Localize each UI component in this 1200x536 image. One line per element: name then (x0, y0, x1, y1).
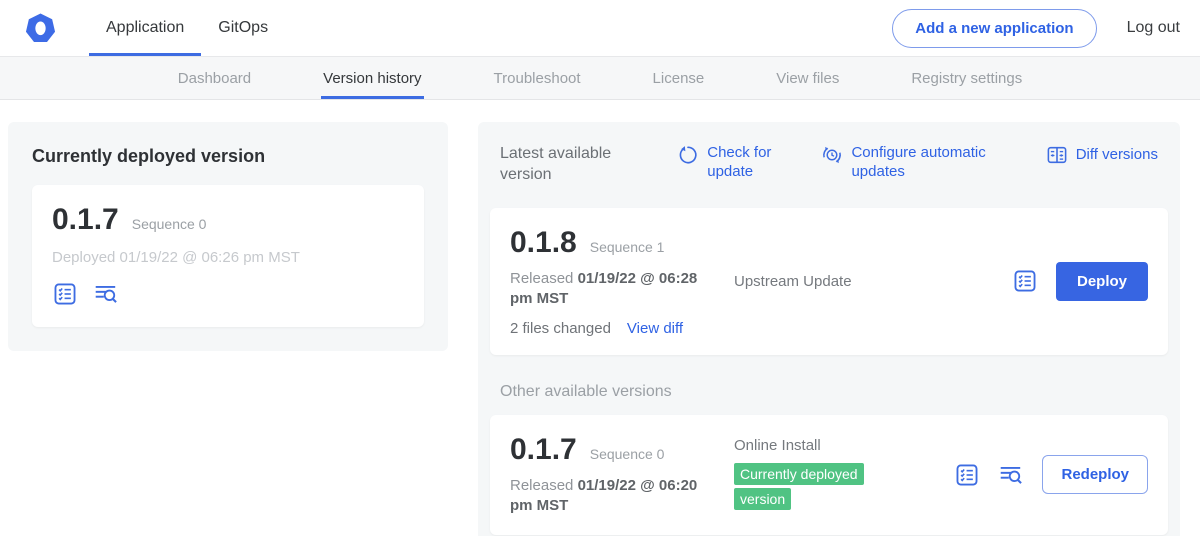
subnav-item-license[interactable]: License (651, 57, 707, 99)
configure-updates-clock-icon (821, 144, 843, 166)
other-version-row: 0.1.7 Sequence 0 (510, 433, 728, 467)
latest-version-actions: Deploy (1012, 262, 1148, 301)
other-version-source: Online Install (734, 437, 954, 454)
released-label: Released (510, 477, 573, 494)
deployed-sequence-label: Sequence 0 (132, 216, 207, 232)
latest-available-title: Latest available version (500, 144, 635, 186)
check-for-update-label: Check for update (707, 144, 779, 182)
other-version-source-block: Online Install Currently deployed versio… (728, 437, 954, 513)
currently-deployed-title: Currently deployed version (32, 146, 424, 167)
deployed-version-card: 0.1.7 Sequence 0 Deployed 01/19/22 @ 06:… (32, 185, 424, 327)
other-released-line: Released 01/19/22 @ 06:20 pm MST (510, 476, 715, 517)
latest-version-info: 0.1.8 Sequence 1 Released 01/19/22 @ 06:… (510, 226, 728, 338)
preflight-checks-icon[interactable] (1012, 268, 1038, 294)
diff-versions-link[interactable]: Diff versions (1046, 144, 1158, 166)
add-new-application-button[interactable]: Add a new application (892, 9, 1096, 48)
deployed-timestamp: Deployed 01/19/22 @ 06:26 pm MST (52, 249, 404, 266)
other-sequence-label: Sequence 0 (590, 446, 665, 462)
kots-logo-icon (24, 12, 57, 45)
subnav-registry-settings-label: Registry settings (911, 70, 1022, 87)
available-versions-header: Latest available version Check for updat… (490, 142, 1168, 186)
files-changed-label: 2 files changed (510, 320, 611, 337)
currently-deployed-panel: Currently deployed version 0.1.7 Sequenc… (8, 122, 448, 351)
preflight-checks-icon[interactable] (954, 462, 980, 488)
deploy-logs-icon[interactable] (998, 462, 1024, 488)
topnav-tabs: Application GitOps (89, 0, 285, 56)
preflight-checks-icon[interactable] (52, 281, 78, 307)
topnav-right: Add a new application Log out (892, 0, 1180, 56)
latest-version-card: 0.1.8 Sequence 1 Released 01/19/22 @ 06:… (490, 208, 1168, 356)
deployed-version-number: 0.1.7 (52, 203, 119, 237)
deploy-button[interactable]: Deploy (1056, 262, 1148, 301)
released-label: Released (510, 270, 573, 287)
topnav-spacer (285, 0, 892, 56)
subnav-item-registry-settings[interactable]: Registry settings (909, 57, 1024, 99)
configure-automatic-updates-link[interactable]: Configure automatic updates (821, 144, 1003, 182)
latest-version-source: Upstream Update (728, 273, 1012, 290)
subnav-dashboard-label: Dashboard (178, 70, 251, 87)
app-sub-nav: Dashboard Version history Troubleshoot L… (0, 57, 1200, 100)
deployed-version-row: 0.1.7 Sequence 0 (52, 203, 404, 237)
check-for-update-link[interactable]: Check for update (677, 144, 779, 182)
diff-versions-label: Diff versions (1076, 146, 1158, 165)
subnav-license-label: License (653, 70, 705, 87)
other-version-number: 0.1.7 (510, 433, 577, 467)
tab-gitops-label: GitOps (218, 19, 268, 37)
tab-application[interactable]: Application (89, 0, 201, 56)
deploy-logs-icon[interactable] (93, 281, 119, 307)
tab-gitops[interactable]: GitOps (201, 0, 285, 56)
other-version-card: 0.1.7 Sequence 0 Released 01/19/22 @ 06:… (490, 415, 1168, 535)
subnav-troubleshoot-label: Troubleshoot (494, 70, 581, 87)
redeploy-button[interactable]: Redeploy (1042, 455, 1148, 494)
view-diff-link[interactable]: View diff (627, 320, 683, 337)
app-logo[interactable] (16, 0, 89, 56)
subnav-version-history-label: Version history (323, 70, 421, 87)
top-nav: Application GitOps Add a new application… (0, 0, 1200, 57)
currently-deployed-badge: Currently deployed version (734, 463, 864, 510)
check-update-icon (677, 144, 699, 166)
subnav-item-version-history[interactable]: Version history (321, 57, 423, 99)
subnav-view-files-label: View files (776, 70, 839, 87)
deployed-actions-row (52, 281, 404, 307)
subnav-item-dashboard[interactable]: Dashboard (176, 57, 253, 99)
subnav-item-view-files[interactable]: View files (774, 57, 841, 99)
configure-automatic-updates-label: Configure automatic updates (851, 144, 1003, 182)
latest-version-number: 0.1.8 (510, 226, 577, 260)
files-changed-row: 2 files changed View diff (510, 320, 728, 337)
latest-sequence-label: Sequence 1 (590, 239, 665, 255)
other-version-info: 0.1.7 Sequence 0 Released 01/19/22 @ 06:… (510, 433, 728, 517)
deployed-badge-wrap: Currently deployed version (734, 463, 906, 513)
other-version-actions: Redeploy (954, 455, 1148, 494)
subnav-item-troubleshoot[interactable]: Troubleshoot (492, 57, 583, 99)
tab-application-label: Application (106, 19, 184, 37)
latest-version-row: 0.1.8 Sequence 1 (510, 226, 728, 260)
other-available-versions-title: Other available versions (500, 383, 1158, 401)
diff-versions-icon (1046, 144, 1068, 166)
available-versions-panel: Latest available version Check for updat… (478, 122, 1180, 536)
latest-released-line: Released 01/19/22 @ 06:28 pm MST (510, 269, 715, 310)
logout-link[interactable]: Log out (1127, 19, 1180, 37)
main-content: Currently deployed version 0.1.7 Sequenc… (0, 100, 1200, 536)
